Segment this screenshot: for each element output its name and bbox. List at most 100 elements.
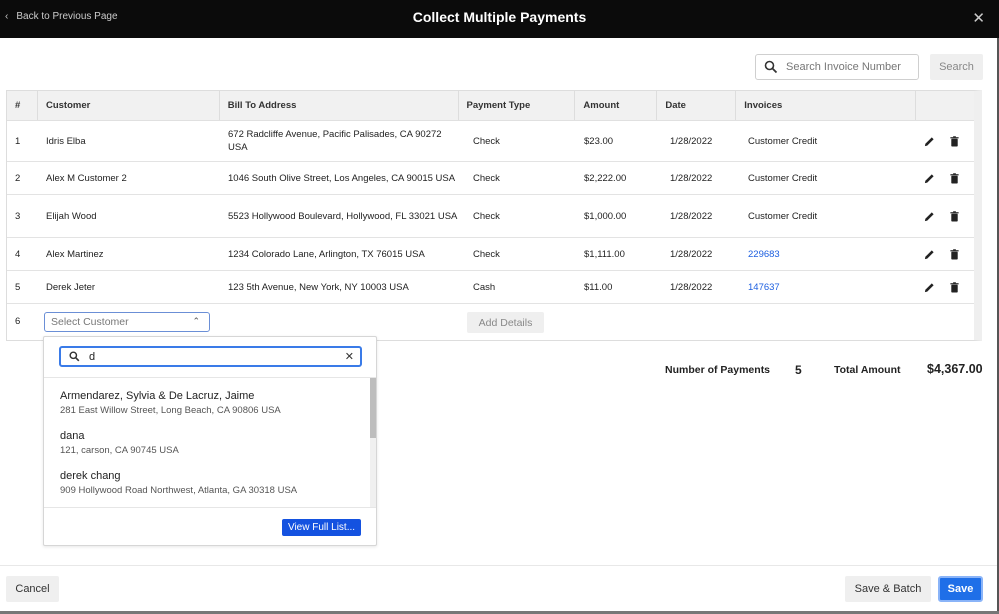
table-row: 1 Idris Elba 672 Radcliffe Avenue, Pacific… [7,121,974,162]
customer-dropdown-panel: ✕ Armendarez, Sylvia & De Lacruz, Jaime 2… [43,336,377,546]
table-header: # Customer Bill To Address Payment Type … [7,91,974,121]
customer-name: Elijah Wood [46,210,97,222]
save-and-batch-button[interactable]: Save & Batch [845,576,931,602]
delete-trash-icon[interactable] [949,248,960,260]
invoice-search-field[interactable] [755,54,919,80]
row-actions [924,210,974,222]
edit-pencil-icon[interactable] [924,136,935,147]
customer-search-input[interactable] [89,350,329,363]
customer-name: Alex Martinez [46,248,104,260]
amount: $11.00 [584,281,613,293]
select-customer-dropdown[interactable]: Select Customer ⌃ [44,312,210,332]
scrollbar[interactable] [370,378,376,507]
bill-to-address: 672 Radcliffe Avenue, Pacific Palisades,… [228,129,442,153]
payment-type: Check [473,172,500,184]
invoice-search-input[interactable] [786,61,911,73]
search-icon [69,351,80,362]
bill-to-address: 5523 Hollywood Boulevard, Hollywood, FL … [228,210,458,222]
column-header: # [7,91,38,120]
save-button[interactable]: Save [938,576,983,602]
column-header: Payment Type [459,91,576,120]
date: 1/28/2022 [670,248,713,260]
back-label: Back to Previous Page [16,11,118,22]
delete-trash-icon[interactable] [949,135,960,147]
table-row: 5 Derek Jeter 123 5th Avenue, New York, NY… [7,271,974,304]
amount: $1,111.00 [584,248,625,260]
total-amount-value: $4,367.00 [927,362,983,376]
select-customer-placeholder: Select Customer [51,316,129,328]
view-full-list-button[interactable]: View Full List... [282,519,361,536]
payment-type: Check [473,248,500,260]
bill-to-address: 123 5th Avenue, New York, NY 10003 USA [228,281,409,293]
payment-type: Check [473,135,500,147]
row-number: 1 [15,135,21,147]
customer-option[interactable]: Armendarez, Sylvia & De Lacruz, Jaime 281… [44,378,376,418]
column-header [916,91,974,120]
table-row: 2 Alex M Customer 2 1046 South Olive Stree… [7,162,974,195]
invoice-link[interactable]: 147637 [737,281,917,294]
delete-trash-icon[interactable] [949,281,960,293]
modal-title: Collect Multiple Payments [412,9,587,25]
bill-to-address: 1234 Colorado Lane, Arlington, TX 76015 … [228,248,425,260]
row-actions [924,248,974,260]
modal-header: ‹ Back to Previous Page Collect Multiple… [0,0,999,38]
customer-option[interactable]: derek chang 909 Hollywood Road Northwest,… [44,458,376,498]
edit-pencil-icon[interactable] [924,249,935,260]
row-number: 5 [15,281,21,293]
bill-to-address: 1046 South Olive Street, Los Angeles, CA… [228,172,456,184]
amount: $1,000.00 [584,210,627,222]
customer-option-name: Armendarez, Sylvia & De Lacruz, Jaime [60,390,255,402]
customer-option-name: derek chang [60,470,121,482]
column-header: Bill To Address [220,91,459,120]
customer-option-address: 909 Hollywood Road Northwest, Atlanta, G… [60,485,298,496]
total-amount-label: Total Amount [834,364,901,376]
row-number: 2 [15,172,21,184]
row-number: 6 [15,316,21,327]
delete-trash-icon[interactable] [949,210,960,222]
row-number: 3 [15,210,21,222]
chevron-left-icon: ‹ [5,11,9,22]
clear-search-icon[interactable]: ✕ [345,350,354,363]
date: 1/28/2022 [670,281,713,293]
column-header: Amount [575,91,658,120]
invoice-link[interactable]: 229683 [737,248,917,261]
column-header: Invoices [736,91,917,120]
add-details-button[interactable]: Add Details [467,312,544,333]
row-actions [924,135,974,147]
invoice-text: Customer Credit [748,172,818,184]
customer-option[interactable]: dana 121, carson, CA 90745 USA [44,418,376,458]
customer-search-field[interactable]: ✕ [59,346,362,367]
row-actions [924,281,974,293]
edit-pencil-icon[interactable] [924,173,935,184]
payments-table: # Customer Bill To Address Payment Type … [6,90,982,341]
invoice-text: Customer Credit [748,135,818,147]
date: 1/28/2022 [670,210,713,222]
divider [44,507,376,508]
payment-type: Check [473,210,500,222]
customer-name: Alex M Customer 2 [46,172,127,184]
number-of-payments-label: Number of Payments [665,364,771,376]
row-actions [924,172,974,184]
customer-name: Idris Elba [46,135,86,147]
customer-option-address: 281 East Willow Street, Long Beach, CA 9… [60,405,281,416]
back-link[interactable]: ‹ Back to Previous Page [5,11,118,22]
date: 1/28/2022 [670,172,713,184]
cancel-button[interactable]: Cancel [6,576,59,602]
customer-options-list: Armendarez, Sylvia & De Lacruz, Jaime 281… [44,378,376,508]
number-of-payments-value: 5 [795,363,802,377]
payment-type: Cash [473,281,496,293]
invoice-text: Customer Credit [748,210,818,222]
edit-pencil-icon[interactable] [924,211,935,222]
table-row: 3 Elijah Wood 5523 Hollywood Boulevard, Ho… [7,195,974,238]
scrollbar-thumb[interactable] [370,378,376,438]
edit-pencil-icon[interactable] [924,282,935,293]
close-icon[interactable]: ✕ [972,9,985,27]
date: 1/28/2022 [670,135,713,147]
delete-trash-icon[interactable] [949,172,960,184]
customer-option-name: dana [60,430,85,442]
search-button[interactable]: Search [930,54,983,80]
chevron-up-icon: ⌃ [192,316,200,326]
amount: $2,222.00 [584,172,627,184]
customer-name: Derek Jeter [46,281,96,293]
customer-option-address: 121, carson, CA 90745 USA [60,445,179,456]
